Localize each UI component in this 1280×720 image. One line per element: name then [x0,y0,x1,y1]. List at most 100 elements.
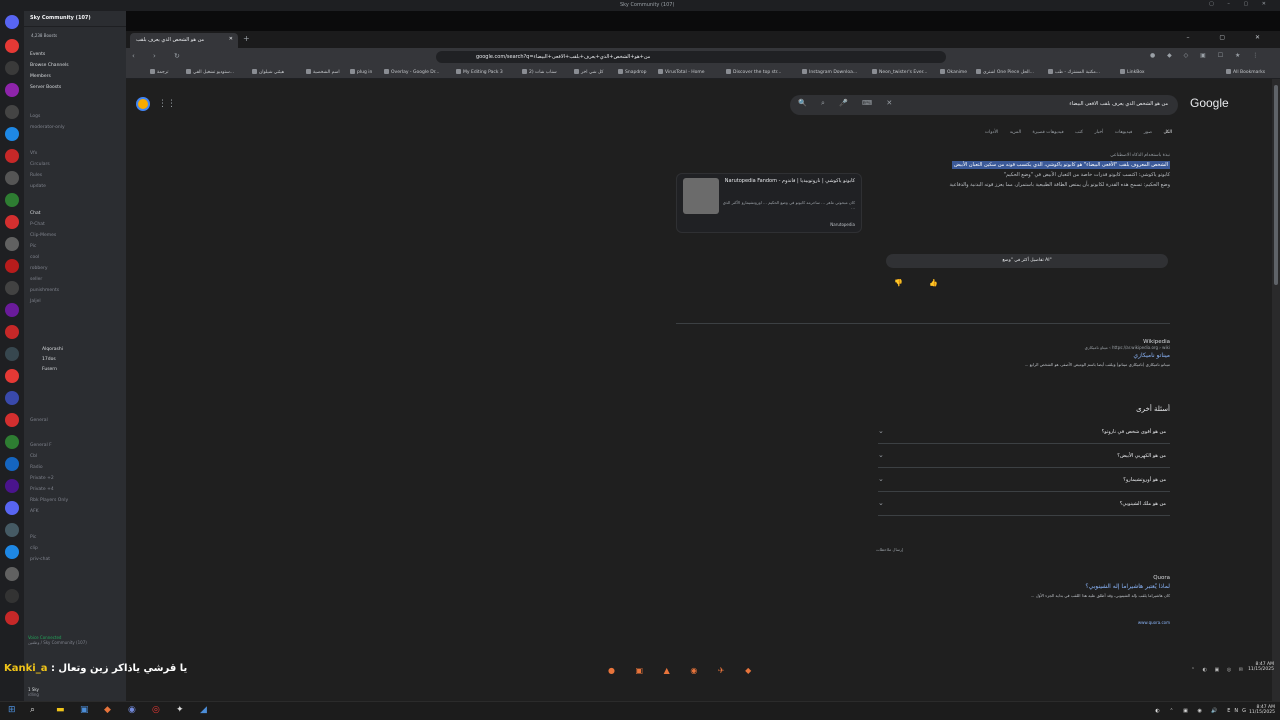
ai-mode-button[interactable]: تفاصيل أكثر في "وضع AI" [886,254,1168,268]
channel-chat[interactable]: Chat [30,211,41,216]
channel-logs[interactable]: Logs [30,114,40,119]
app-icon[interactable]: ◢ [200,705,207,715]
voice-user[interactable]: 17dos [42,357,56,362]
voice-user[interactable]: Alqorashi [42,347,63,352]
language-indicator[interactable]: ENG [1227,708,1250,714]
bookmark[interactable]: سناب شات (2 [522,69,557,75]
result-url[interactable]: www.quora.com [886,620,1170,625]
bookmark[interactable]: Neon_twister's Ever... [872,69,927,75]
channel-rules[interactable]: Rules [30,173,42,178]
voice-channel[interactable]: Radio [30,465,43,470]
server-icon[interactable] [5,193,19,207]
tab-shorts[interactable]: فيديوهات قصيرة [1033,130,1064,135]
feedback-link[interactable]: إرسال ملاحظات [876,547,903,552]
bookmark[interactable]: Okanime [940,69,967,75]
channel-mod[interactable]: moderator-only [30,125,65,130]
all-bookmarks[interactable]: All Bookmarks [1226,69,1265,75]
tab-books[interactable]: كتب [1075,130,1083,135]
server-icon[interactable] [5,61,19,75]
server-icon[interactable] [5,39,19,53]
bookmark[interactable]: My Editing Pack 3 [456,69,503,75]
chevron-down-icon[interactable]: ⌄ [878,475,884,483]
paa-question[interactable]: من هو ملك الشينوبي؟ [1120,501,1166,507]
server-icon[interactable] [5,259,19,273]
server-icon[interactable] [5,501,19,515]
channel-browse[interactable]: Browse Channels [30,63,69,68]
voice-channel[interactable]: Private +4 [30,487,54,492]
scrollbar[interactable] [1272,79,1280,701]
bookmark[interactable]: اشتري One Piece الحل... [976,69,1034,75]
bookmark[interactable]: ترجمة [150,69,169,75]
file-explorer-icon[interactable]: ▬ [56,705,65,715]
channel-pic[interactable]: Pic [30,244,36,249]
bookmark[interactable]: Overlay - Google Dr... [384,69,439,75]
search-input[interactable]: 🔍 ⌕ 🎤 ⌨ ✕ من هو الشخص الذي يعرف بلقب الا… [790,95,1178,115]
server-icon[interactable] [5,303,19,317]
search-query[interactable]: من هو الشخص الذي يعرف بلقب الافعى البيضا… [1069,101,1168,107]
bookmark[interactable]: هيئتي شيلوان [252,69,284,75]
paa-question[interactable]: من هو أوروتشيمارو؟ [1123,477,1166,483]
chevron-down-icon[interactable]: ⌄ [878,499,884,507]
window-controls[interactable]: – ▢ ✕ [1186,34,1274,41]
address-bar[interactable]: google.com/search?q=من+هو+الشخص+الذي+يعر… [436,51,946,63]
card-title[interactable]: كابوتو ياكوشي | ناروتوبيديا | فاندوم - N… [719,178,855,184]
server-icon[interactable] [5,545,19,559]
paa-item[interactable]: ⌄ من هو أقوى شخص في ناروتو؟ [878,421,1170,444]
tray-icons[interactable]: ⌃ ◐ ▣ ◎ ✉ [1191,667,1246,673]
chevron-down-icon[interactable]: ⌄ [878,451,884,459]
pinned-app-icons[interactable]: ● ▣ ▲ ◉ ✈ ◆ [608,666,760,675]
bookmark[interactable]: Instagram Downloa... [802,69,857,75]
chevron-down-icon[interactable]: ⌄ [878,427,884,435]
server-icon[interactable] [5,105,19,119]
result-link[interactable]: لماذا يُعتبر هاشيراما إله الشينوبي؟ [886,583,1170,590]
start-icon[interactable]: ⊞ [8,705,16,715]
channel-punishments[interactable]: punishments [30,288,59,293]
voice-channel[interactable]: clip [30,546,38,551]
browser-tab[interactable]: من هو الشخص الذي يعرف بلقب ✕ [130,33,238,48]
avatar[interactable] [136,97,150,111]
server-icon[interactable] [5,83,19,97]
server-icon[interactable] [5,611,19,625]
voice-channel[interactable]: General [30,418,48,423]
server-name[interactable]: Sky Community (107) [24,11,126,27]
paa-item[interactable]: ⌄ من هو الكهربي الأبيض؟ [878,445,1170,468]
server-icon[interactable] [5,149,19,163]
extension-icons[interactable]: ● ◆ ◇ ▣ ☐ ★ ⋮ [1150,52,1263,59]
paa-item[interactable]: ⌄ من هو أوروتشيمارو؟ [878,469,1170,492]
store-icon[interactable]: ▣ [80,705,89,715]
channel-circulars[interactable]: Circulars [30,162,50,167]
new-tab-icon[interactable]: + [243,34,250,43]
paa-question[interactable]: من هو الكهربي الأبيض؟ [1117,453,1166,459]
channel-cool[interactable]: cool [30,255,39,260]
server-icon[interactable] [5,479,19,493]
server-icon[interactable] [5,523,19,537]
tab-all[interactable]: الكل [1163,130,1172,135]
tab-tools[interactable]: الأدوات [985,130,998,135]
channel-vfx[interactable]: Vfx [30,151,37,156]
brave-icon[interactable]: ◆ [104,705,111,715]
google-logo[interactable]: Google [1190,96,1229,110]
server-icon[interactable] [5,391,19,405]
server-icon[interactable] [5,413,19,427]
tab-images[interactable]: صور [1144,130,1152,135]
nav-buttons[interactable]: ‹ › ↻ [132,52,188,60]
bookmark[interactable]: مكتبة المشترك - طب... [1048,69,1100,75]
server-icon[interactable] [5,369,19,383]
app-icon[interactable]: ✦ [176,705,184,715]
bookmark[interactable]: كل شي اخر [574,69,603,75]
bookmark[interactable]: LinkBox [1120,69,1145,75]
channel-events[interactable]: Events [30,52,45,57]
channel-update[interactable]: update [30,184,46,189]
server-icon[interactable] [5,347,19,361]
voice-channel[interactable]: General F [30,443,52,448]
server-icon[interactable] [5,567,19,581]
tab-news[interactable]: أخبار [1094,130,1103,135]
bookmark[interactable]: Snapdrop [618,69,647,75]
paa-item[interactable]: ⌄ من هو ملك الشينوبي؟ [878,493,1170,516]
paa-question[interactable]: من هو أقوى شخص في ناروتو؟ [1102,429,1166,435]
server-icon[interactable] [5,435,19,449]
server-icon[interactable] [5,127,19,141]
channel-members[interactable]: Members [30,74,51,79]
tab-videos[interactable]: فيديوهات [1115,130,1132,135]
channel-pchat[interactable]: P-Chat [30,222,45,227]
